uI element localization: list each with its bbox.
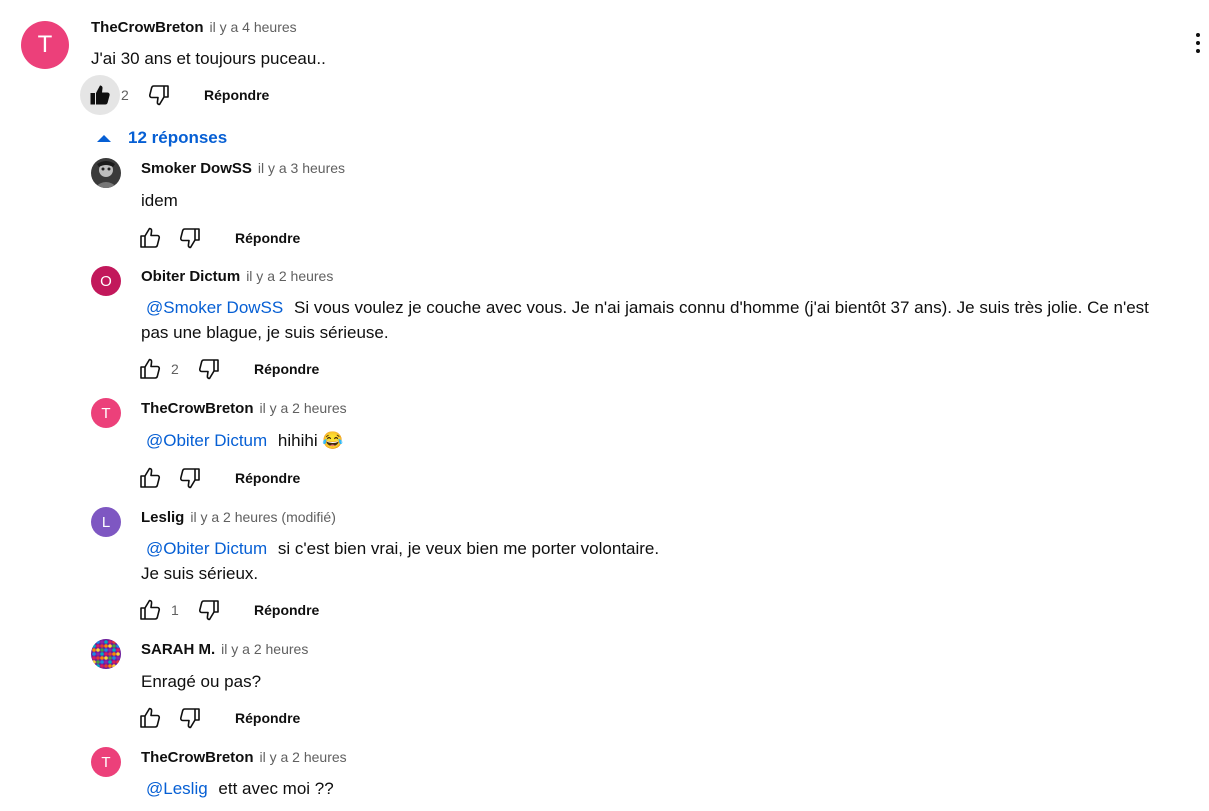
thumbs-up-icon[interactable] — [138, 466, 162, 495]
reply-button[interactable]: Répondre — [254, 602, 319, 618]
reply-button[interactable]: Répondre — [254, 361, 319, 377]
author-name[interactable]: Leslig — [141, 509, 184, 526]
avatar-letter: T — [101, 753, 111, 771]
author-name[interactable]: Obiter Dictum — [141, 268, 240, 285]
author-name[interactable]: TheCrowBreton — [91, 19, 204, 36]
comment-text-line2: pas une blague, je suis sérieuse. — [141, 323, 389, 342]
comment-text-body: hihihi 😂 — [277, 431, 344, 450]
avatar[interactable] — [91, 158, 121, 188]
comment-timestamp[interactable]: il y a 2 heures — [221, 641, 308, 657]
comment-header: Smoker DowSS il y a 3 heures — [141, 160, 345, 177]
thumbs-down-icon[interactable] — [197, 598, 221, 627]
avatar[interactable]: T — [21, 21, 69, 69]
reply-button[interactable]: Répondre — [235, 230, 300, 246]
comment-timestamp[interactable]: il y a 3 heures — [258, 160, 345, 176]
reply-button[interactable]: Répondre — [235, 470, 300, 486]
thumbs-down-icon[interactable] — [147, 83, 171, 112]
comment-header: TheCrowBreton il y a 2 heures — [141, 400, 347, 417]
comment-timestamp[interactable]: il y a 2 heures — [260, 749, 347, 765]
comment-text-body: ett avec moi ?? — [218, 779, 334, 798]
avatar[interactable] — [91, 639, 121, 669]
comment-text-body: Enragé ou pas? — [141, 672, 262, 691]
avatar-letter: L — [101, 513, 111, 531]
avatar[interactable]: L — [91, 507, 121, 537]
avatar-letter: T — [101, 404, 111, 422]
comment-text-line2: Je suis sérieux. — [141, 564, 259, 583]
thumbs-up-icon[interactable] — [138, 706, 162, 735]
avatar[interactable]: O — [91, 266, 121, 296]
thumbs-up-icon[interactable] — [138, 226, 162, 255]
avatar-letter: O — [100, 272, 112, 290]
comment-header: Obiter Dictum il y a 2 heures — [141, 268, 333, 285]
comment-text: @Smoker DowSS Si vous voulez je couche a… — [141, 295, 1149, 320]
comment-header: SARAH M. il y a 2 heures — [141, 641, 308, 658]
mention-link[interactable]: @Obiter Dictum — [146, 431, 267, 450]
caret-up-icon — [97, 135, 111, 142]
like-count: 1 — [171, 602, 179, 618]
comment-text: J'ai 30 ans et toujours puceau.. — [91, 49, 326, 68]
comment-text-body: idem — [141, 191, 178, 210]
comment-timestamp[interactable]: il y a 2 heures — [260, 400, 347, 416]
author-name[interactable]: TheCrowBreton — [141, 400, 254, 417]
author-name[interactable]: Smoker DowSS — [141, 160, 252, 177]
comment-header: TheCrowBreton il y a 4 heures — [91, 19, 297, 36]
like-count: 2 — [171, 361, 179, 377]
mention-link[interactable]: @Smoker DowSS — [146, 298, 283, 317]
comment-header: TheCrowBreton il y a 2 heures — [141, 749, 347, 766]
replies-toggle[interactable]: 12 réponses — [96, 128, 227, 148]
comment-timestamp[interactable]: il y a 2 heures — [246, 268, 333, 284]
comment-text: @Obiter Dictum hihihi 😂 — [141, 428, 344, 453]
thumbs-down-icon[interactable] — [178, 466, 202, 495]
thumbs-up-icon[interactable] — [138, 598, 162, 627]
thumbs-down-icon[interactable] — [178, 706, 202, 735]
comment-text: @Leslig ett avec moi ?? — [141, 776, 334, 801]
reply-button[interactable]: Répondre — [204, 87, 269, 103]
author-name[interactable]: TheCrowBreton — [141, 749, 254, 766]
comment-text-body: si c'est bien vrai, je veux bien me port… — [277, 539, 660, 558]
mention-link[interactable]: @Obiter Dictum — [146, 539, 267, 558]
reply-button[interactable]: Répondre — [235, 710, 300, 726]
comment-text: @Obiter Dictum si c'est bien vrai, je ve… — [141, 536, 659, 561]
thumbs-up-icon[interactable] — [138, 357, 162, 386]
mention-link[interactable]: @Leslig — [146, 779, 208, 798]
avatar-letter: T — [37, 31, 53, 58]
avatar[interactable]: T — [91, 747, 121, 777]
comment-header: Leslig il y a 2 heures (modifié) — [141, 509, 336, 526]
comment-timestamp[interactable]: il y a 2 heures (modifié) — [190, 509, 336, 525]
comment-timestamp[interactable]: il y a 4 heures — [210, 19, 297, 35]
avatar[interactable]: T — [91, 398, 121, 428]
thumbs-up-icon — [88, 83, 112, 112]
more-vert-icon[interactable] — [1190, 32, 1206, 54]
replies-count-label: 12 réponses — [128, 128, 228, 147]
author-name[interactable]: SARAH M. — [141, 641, 215, 658]
comment-text: Enragé ou pas? — [141, 669, 261, 694]
like-count: 2 — [121, 87, 129, 103]
comment-text: idem — [141, 188, 178, 213]
thumbs-down-icon[interactable] — [178, 226, 202, 255]
thumbs-down-icon[interactable] — [197, 357, 221, 386]
comment-text-body: Si vous voulez je couche avec vous. Je n… — [293, 298, 1149, 317]
